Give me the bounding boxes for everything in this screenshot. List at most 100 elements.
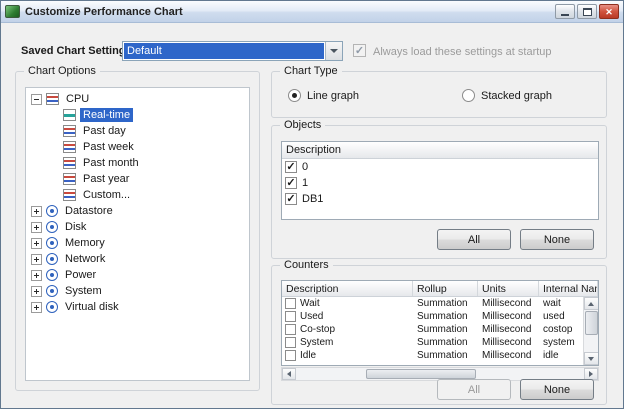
metric-group-icon: [46, 253, 58, 265]
startup-checkbox[interactable]: [353, 44, 366, 57]
tree-item-past-week[interactable]: Past week: [26, 139, 249, 155]
counter-row-wait[interactable]: Wait Summation Millisecond wait: [282, 297, 583, 310]
collapse-icon[interactable]: [31, 93, 42, 105]
counter-row-used[interactable]: Used Summation Millisecond used: [282, 310, 583, 323]
saved-chart-settings-dropdown[interactable]: Default: [122, 41, 343, 61]
stacked-graph-radio[interactable]: [462, 89, 475, 102]
objects-column-header[interactable]: Description: [282, 142, 598, 159]
chart-options-tree: CPU Real-time Past day Past week Past mo…: [25, 87, 250, 381]
column-header-description[interactable]: Description: [282, 281, 413, 296]
tree-item-network[interactable]: Network: [26, 251, 249, 267]
tree-item-real-time[interactable]: Real-time: [26, 107, 249, 123]
vertical-scrollbar[interactable]: [583, 297, 598, 365]
arrow-left-icon: [287, 371, 291, 377]
metric-group-icon: [46, 237, 58, 249]
expand-icon[interactable]: [31, 205, 42, 217]
counter-internal-name: used: [543, 311, 565, 322]
tree-item-label: Virtual disk: [65, 301, 119, 313]
counter-rollup: Summation: [417, 311, 468, 322]
tree-item-label: Real-time: [80, 108, 134, 122]
line-graph-radio[interactable]: [288, 89, 301, 102]
tree-item-datastore[interactable]: Datastore: [26, 203, 249, 219]
app-icon: [5, 5, 20, 18]
vertical-scrollbar-thumb[interactable]: [584, 311, 598, 335]
stacked-graph-label: Stacked graph: [481, 89, 552, 102]
counter-description: System: [300, 337, 334, 348]
chart-options-group: Chart Options CPU Real-time Past day Pas…: [15, 65, 260, 391]
tree-item-disk[interactable]: Disk: [26, 219, 249, 235]
tree-item-power[interactable]: Power: [26, 267, 249, 283]
object-checkbox[interactable]: [285, 177, 297, 189]
titlebar[interactable]: Customize Performance Chart: [1, 1, 623, 23]
counter-units: Millisecond: [482, 311, 532, 322]
counter-description: Wait: [300, 298, 320, 309]
column-header-rollup[interactable]: Rollup: [413, 281, 478, 296]
minimize-button[interactable]: [555, 4, 575, 19]
column-header-units[interactable]: Units: [478, 281, 539, 296]
minimize-icon: [561, 14, 569, 16]
counter-units: Millisecond: [482, 324, 532, 335]
counter-rollup: Summation: [417, 298, 468, 309]
tree-item-memory[interactable]: Memory: [26, 235, 249, 251]
counter-description: Used: [300, 311, 324, 322]
scroll-left-button[interactable]: [282, 368, 296, 380]
counter-description: Idle: [300, 350, 317, 361]
object-row-1[interactable]: 1: [282, 175, 598, 191]
close-icon: [605, 6, 613, 18]
column-header-internal-name[interactable]: Internal Name: [539, 281, 598, 296]
counter-checkbox[interactable]: [285, 350, 296, 361]
tree-item-label: Past day: [83, 125, 126, 137]
expand-icon[interactable]: [31, 221, 42, 233]
tree-item-system[interactable]: System: [26, 283, 249, 299]
counter-checkbox[interactable]: [285, 337, 296, 348]
chart-icon: [46, 93, 59, 105]
window-title: Customize Performance Chart: [25, 5, 183, 18]
line-graph-label: Line graph: [307, 89, 359, 102]
tree-item-past-day[interactable]: Past day: [26, 123, 249, 139]
object-checkbox[interactable]: [285, 161, 297, 173]
object-row-db1[interactable]: DB1: [282, 191, 598, 207]
objects-all-button[interactable]: All: [437, 229, 511, 250]
counters-buttons: All None: [437, 379, 594, 400]
counter-rollup: Summation: [417, 324, 468, 335]
close-button[interactable]: [599, 4, 619, 19]
tree-item-past-month[interactable]: Past month: [26, 155, 249, 171]
scroll-down-button[interactable]: [583, 352, 598, 365]
counter-checkbox[interactable]: [285, 311, 296, 322]
counter-row-idle[interactable]: Idle Summation Millisecond idle: [282, 349, 583, 362]
expand-icon[interactable]: [31, 237, 42, 249]
counters-all-button[interactable]: All: [437, 379, 511, 400]
objects-group: Objects Description 0 1 DB1 All None: [271, 119, 607, 259]
object-row-0[interactable]: 0: [282, 159, 598, 175]
line-graph-option[interactable]: Line graph: [288, 89, 359, 102]
tree-item-cpu[interactable]: CPU: [26, 91, 249, 107]
expand-icon[interactable]: [31, 285, 42, 297]
chart-type-group: Chart Type Line graph Stacked graph: [271, 65, 607, 118]
expand-icon[interactable]: [31, 301, 42, 313]
objects-none-button[interactable]: None: [520, 229, 594, 250]
chart-icon: [63, 125, 76, 137]
tree-item-label: Past week: [83, 141, 134, 153]
metric-group-icon: [46, 269, 58, 281]
counter-row-system[interactable]: System Summation Millisecond system: [282, 336, 583, 349]
metric-group-icon: [46, 221, 58, 233]
scroll-up-button[interactable]: [583, 297, 598, 310]
tree-item-past-year[interactable]: Past year: [26, 171, 249, 187]
counters-none-button[interactable]: None: [520, 379, 594, 400]
expand-icon[interactable]: [31, 269, 42, 281]
counter-checkbox[interactable]: [285, 324, 296, 335]
dropdown-arrow-button[interactable]: [325, 42, 342, 60]
metric-group-icon: [46, 205, 58, 217]
window-controls: [555, 4, 619, 19]
horizontal-scrollbar-thumb[interactable]: [366, 369, 476, 379]
tree-item-custom[interactable]: Custom...: [26, 187, 249, 203]
counter-checkbox[interactable]: [285, 298, 296, 309]
expand-icon[interactable]: [31, 253, 42, 265]
counter-row-costop[interactable]: Co-stop Summation Millisecond costop: [282, 323, 583, 336]
maximize-button[interactable]: [577, 4, 597, 19]
stacked-graph-option[interactable]: Stacked graph: [462, 89, 552, 102]
arrow-right-icon: [589, 371, 593, 377]
tree-item-virtual-disk[interactable]: Virtual disk: [26, 299, 249, 315]
object-checkbox[interactable]: [285, 193, 297, 205]
arrow-down-icon: [588, 356, 594, 361]
